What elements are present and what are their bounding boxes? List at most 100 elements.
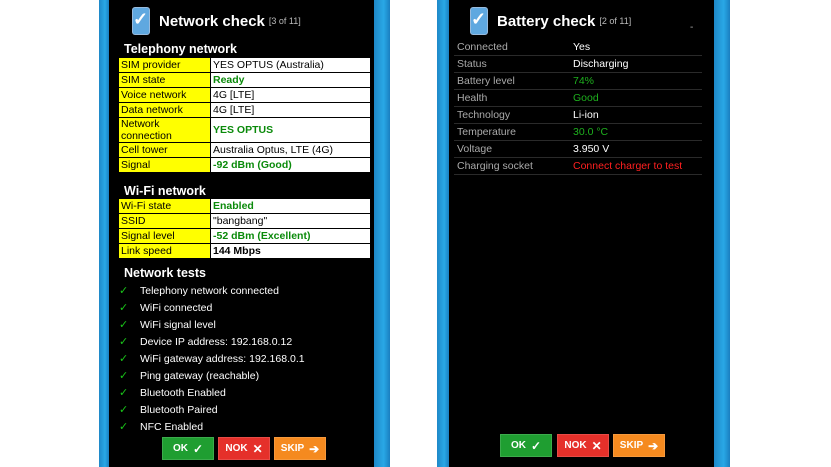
test-label: WiFi signal level bbox=[140, 318, 216, 331]
arrow-right-icon: ➔ bbox=[309, 441, 320, 456]
row-value: Good bbox=[570, 89, 702, 107]
table-row: Temperature 30.0 °C bbox=[454, 123, 702, 141]
table-row: Signal level -52 dBm (Excellent) bbox=[118, 228, 371, 244]
list-item: ✓ Telephony network connected bbox=[119, 282, 305, 299]
test-label: Telephony network connected bbox=[140, 284, 279, 297]
ok-button[interactable]: OK ✓ bbox=[500, 434, 552, 457]
checkmark-icon: ✓ bbox=[530, 438, 542, 453]
table-row: Network connection YES OPTUS bbox=[118, 117, 371, 143]
nok-label: NOK bbox=[564, 440, 587, 451]
overflow-mark: - bbox=[690, 22, 694, 33]
test-label: WiFi connected bbox=[140, 301, 213, 314]
network-check-header: ✓ Network check [3 of 11] bbox=[132, 6, 301, 36]
test-label: WiFi gateway address: 192.168.0.1 bbox=[140, 352, 305, 365]
checkmark-icon: ✓ bbox=[119, 404, 129, 416]
ok-label: OK bbox=[510, 440, 526, 451]
row-label: Wi-Fi state bbox=[118, 198, 211, 214]
battery-table: Connected Yes Status Discharging Battery lev… bbox=[454, 39, 702, 175]
list-item: ✓ Device IP address: 192.168.0.12 bbox=[119, 333, 305, 350]
table-row: SIM provider YES OPTUS (Australia) bbox=[118, 57, 371, 73]
row-value: Yes bbox=[570, 39, 702, 56]
page-title: Network check bbox=[159, 12, 265, 30]
test-label: Device IP address: 192.168.0.12 bbox=[140, 335, 293, 348]
row-value: 3.950 V bbox=[570, 140, 702, 158]
test-label: Ping gateway (reachable) bbox=[140, 369, 260, 382]
list-item: ✓ Ping gateway (reachable) bbox=[119, 367, 305, 384]
page-title: Battery check bbox=[497, 12, 596, 30]
row-label: Status bbox=[454, 55, 570, 73]
row-label: Health bbox=[454, 89, 570, 107]
table-row: SSID "bangbang" bbox=[118, 213, 371, 229]
checkmark-icon: ✓ bbox=[119, 387, 129, 399]
row-value: Australia Optus, LTE (4G) bbox=[210, 142, 371, 158]
row-label: Voltage bbox=[454, 140, 570, 158]
row-label: Temperature bbox=[454, 123, 570, 141]
phone-check-icon: ✓ bbox=[132, 7, 150, 35]
nok-label: NOK bbox=[225, 443, 248, 454]
test-label: Bluetooth Enabled bbox=[140, 386, 226, 399]
row-value: 30.0 °C bbox=[570, 123, 702, 141]
row-value: YES OPTUS bbox=[210, 117, 371, 143]
row-label: Link speed bbox=[118, 243, 211, 259]
test-label: Bluetooth Paired bbox=[140, 403, 218, 416]
phone-check-icon: ✓ bbox=[470, 7, 488, 35]
telephony-table: SIM provider YES OPTUS (Australia) SIM sta… bbox=[118, 57, 371, 173]
test-label: NFC Enabled bbox=[140, 420, 204, 433]
row-value: 144 Mbps bbox=[210, 243, 371, 259]
row-value: Enabled bbox=[210, 198, 371, 214]
network-tests-list: ✓ Telephony network connected ✓ WiFi connec… bbox=[119, 282, 305, 435]
row-value: 74% bbox=[570, 72, 702, 90]
nok-button[interactable]: NOK ✕ bbox=[218, 437, 270, 460]
row-label: Signal level bbox=[118, 228, 211, 244]
list-item: ✓ NFC Enabled bbox=[119, 418, 305, 435]
skip-button[interactable]: SKIP ➔ bbox=[613, 434, 665, 457]
page-step: [2 of 11] bbox=[599, 16, 632, 26]
row-label: Signal bbox=[118, 157, 211, 173]
row-label: Charging socket bbox=[454, 157, 570, 175]
table-row: Voice network 4G [LTE] bbox=[118, 87, 371, 103]
table-row: Cell tower Australia Optus, LTE (4G) bbox=[118, 142, 371, 158]
row-label: Data network bbox=[118, 102, 211, 118]
wifi-table: Wi-Fi state Enabled SSID "bangbang" Signal l… bbox=[118, 198, 371, 259]
row-label: Network connection bbox=[118, 117, 211, 143]
row-label: Battery level bbox=[454, 72, 570, 90]
row-label: SIM state bbox=[118, 72, 211, 88]
wifi-heading: Wi-Fi network bbox=[124, 184, 206, 198]
row-label: Technology bbox=[454, 106, 570, 124]
battery-check-header: ✓ Battery check [2 of 11] bbox=[470, 6, 631, 36]
page-step: [3 of 11] bbox=[268, 16, 301, 26]
row-value: YES OPTUS (Australia) bbox=[210, 57, 371, 73]
checkmark-icon: ✓ bbox=[119, 353, 129, 365]
checkmark-icon: ✓ bbox=[192, 441, 204, 456]
table-row: Data network 4G [LTE] bbox=[118, 102, 371, 118]
row-label: SIM provider bbox=[118, 57, 211, 73]
checkmark-icon: ✓ bbox=[119, 319, 129, 331]
telephony-heading: Telephony network bbox=[124, 42, 237, 56]
table-row: Status Discharging bbox=[454, 55, 702, 73]
right-phone-left-edge bbox=[437, 0, 449, 467]
table-row: Wi-Fi state Enabled bbox=[118, 198, 371, 214]
checkmark-icon: ✓ bbox=[119, 302, 129, 314]
table-row: Link speed 144 Mbps bbox=[118, 243, 371, 259]
skip-button[interactable]: SKIP ➔ bbox=[274, 437, 326, 460]
network-tests-heading: Network tests bbox=[124, 266, 206, 280]
checkmark-icon: ✓ bbox=[119, 370, 129, 382]
checkmark-icon: ✓ bbox=[119, 285, 129, 297]
row-value: 4G [LTE] bbox=[210, 87, 371, 103]
row-value: -92 dBm (Good) bbox=[210, 157, 371, 173]
skip-label: SKIP bbox=[280, 443, 305, 454]
row-value: Connect charger to test bbox=[570, 157, 702, 175]
right-phone-right-edge bbox=[714, 0, 730, 467]
list-item: ✓ Bluetooth Enabled bbox=[119, 384, 305, 401]
nok-button[interactable]: NOK ✕ bbox=[557, 434, 609, 457]
row-label: Cell tower bbox=[118, 142, 211, 158]
table-row: SIM state Ready bbox=[118, 72, 371, 88]
table-row: Voltage 3.950 V bbox=[454, 140, 702, 158]
table-row: Technology Li-ion bbox=[454, 106, 702, 124]
left-phone-left-edge bbox=[99, 0, 109, 467]
row-label: SSID bbox=[118, 213, 211, 229]
ok-button[interactable]: OK ✓ bbox=[162, 437, 214, 460]
row-value: Discharging bbox=[570, 55, 702, 73]
table-row: Charging socket Connect charger to test bbox=[454, 157, 702, 175]
list-item: ✓ Bluetooth Paired bbox=[119, 401, 305, 418]
